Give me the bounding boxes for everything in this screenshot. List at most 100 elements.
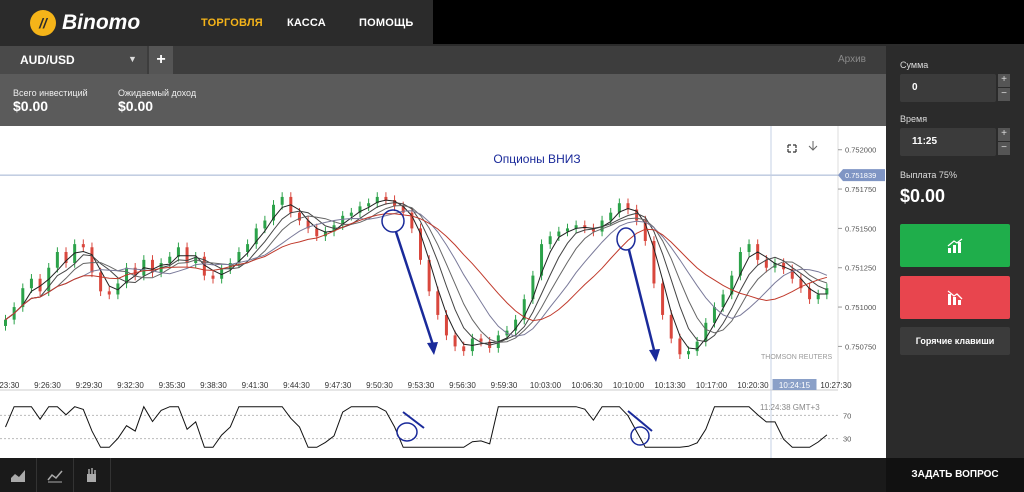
trade-panel: Сумма 0 + − Время 11:25 + − Выплата 75% … [886, 46, 1024, 458]
candle [168, 256, 172, 264]
oscillator-info: 11:24:38 GMT+3 [760, 403, 820, 412]
x-tick-label: 9:59:30 [491, 381, 518, 390]
ask-question-button[interactable]: ЗАДАТЬ ВОПРОС [886, 458, 1024, 492]
y-tick-label: 0.751750 [845, 185, 876, 194]
price-chart[interactable]: 0.752000 0.751750 0.751500 0.751250 0.751000… [0, 126, 886, 458]
asset-name: AUD/USD [20, 53, 75, 67]
x-tick-label: 10:27:30 [820, 381, 852, 390]
chart-title: Опционы ВНИЗ [493, 152, 580, 166]
candle [548, 236, 552, 245]
oscillator-level-label: 30 [843, 435, 851, 444]
drawing-tool[interactable] [74, 458, 111, 492]
nav-help[interactable]: ПОМОЩЬ [359, 17, 414, 29]
chart-type-tool[interactable] [0, 458, 37, 492]
time-input[interactable]: 11:25 [900, 128, 996, 156]
bottom-toolbar: ЗАДАТЬ ВОПРОС [0, 458, 1024, 492]
candle [479, 338, 483, 342]
time-label: Время [900, 114, 928, 124]
candle [280, 196, 284, 205]
candle [816, 294, 820, 300]
payout-label: Выплата 75% [900, 170, 957, 180]
top-nav: // Binomo ТОРГОВЛЯ КАССА ПОМОЩЬ [0, 0, 1024, 46]
asset-selector[interactable]: AUD/USD ▼ [0, 46, 147, 74]
banner-area [433, 0, 1024, 44]
y-tick-label: 0.751500 [845, 224, 876, 233]
payout-value: $0.00 [900, 186, 946, 206]
nav-cashier[interactable]: КАССА [287, 17, 326, 29]
archive-link[interactable]: Архив [838, 54, 866, 65]
fullscreen-icon[interactable] [787, 144, 797, 153]
area-chart-icon [11, 470, 25, 482]
candle [712, 307, 716, 323]
moving-average-line [5, 213, 828, 322]
candle [315, 228, 319, 237]
amount-input[interactable]: 0 [900, 74, 996, 102]
current-price-label: 0.751839 [845, 171, 876, 180]
candle [90, 247, 94, 273]
logo[interactable]: // Binomo [30, 9, 140, 37]
y-tick-label: 0.751000 [845, 303, 876, 312]
x-tick-label: 9:32:30 [117, 381, 144, 390]
x-tick-label: 9:47:30 [325, 381, 352, 390]
candle [367, 203, 371, 207]
x-tick-label: 9:50:30 [366, 381, 393, 390]
candle [4, 319, 7, 326]
asset-tabs: AUD/USD ▼ + Архив [0, 46, 886, 74]
trend-down-icon [947, 290, 963, 305]
annotation-circle [396, 422, 418, 442]
candle [107, 291, 111, 295]
candle [211, 275, 215, 279]
annotation-arrowhead [427, 342, 438, 355]
x-tick-label: 9:26:30 [34, 381, 61, 390]
candle [687, 351, 691, 355]
candle [661, 283, 665, 315]
indicators-tool[interactable] [37, 458, 74, 492]
time-value: 11:25 [912, 136, 938, 147]
x-tick-label: 10:03:00 [530, 381, 562, 390]
candle [453, 335, 457, 347]
chart-svg[interactable]: 0.752000 0.751750 0.751500 0.751250 0.751000… [0, 126, 886, 458]
logo-text: Binomo [62, 11, 141, 34]
amount-decrease-button[interactable]: − [998, 88, 1010, 101]
amount-value: 0 [912, 82, 918, 93]
trend-up-icon [947, 238, 963, 253]
candle [609, 212, 613, 221]
amount-increase-button[interactable]: + [998, 74, 1010, 87]
amount-label: Сумма [900, 60, 929, 70]
x-tick-label: 9:23:30 [0, 381, 20, 390]
x-tick-label: 10:06:30 [571, 381, 603, 390]
time-increase-button[interactable]: + [998, 128, 1010, 141]
x-tick-label: 10:24:15 [779, 381, 811, 390]
candle [669, 314, 673, 339]
add-asset-button[interactable]: + [149, 46, 173, 74]
x-tick-label: 9:56:30 [449, 381, 476, 390]
x-tick-label: 9:53:30 [408, 381, 435, 390]
annotation-arrowhead [649, 349, 660, 362]
expected-income-label: Ожидаемый доход [118, 88, 197, 98]
candle [678, 338, 682, 355]
candle [81, 244, 85, 248]
candle [565, 228, 569, 232]
oscillator-level-label: 70 [843, 411, 851, 420]
drawing-tools-icon [87, 468, 96, 482]
watermark: THOMSON REUTERS [761, 354, 833, 361]
candle [695, 341, 699, 352]
candle [436, 291, 440, 315]
nav-trade[interactable]: ТОРГОВЛЯ [201, 17, 263, 29]
download-icon[interactable] [808, 141, 818, 151]
candle [99, 272, 103, 292]
x-tick-label: 10:13:30 [654, 381, 686, 390]
put-down-button[interactable] [900, 276, 1010, 319]
annotation-circle [630, 426, 650, 446]
y-tick-label: 0.750750 [845, 342, 876, 351]
candle [462, 346, 466, 352]
hotkeys-button[interactable]: Горячие клавиши [900, 327, 1010, 355]
x-tick-label: 10:17:00 [696, 381, 728, 390]
x-tick-label: 9:35:30 [159, 381, 186, 390]
time-decrease-button[interactable]: − [998, 142, 1010, 155]
x-tick-label: 9:41:30 [242, 381, 269, 390]
call-up-button[interactable] [900, 224, 1010, 267]
annotation-arrow [627, 410, 653, 432]
candle [55, 252, 59, 268]
x-tick-label: 10:10:00 [613, 381, 645, 390]
